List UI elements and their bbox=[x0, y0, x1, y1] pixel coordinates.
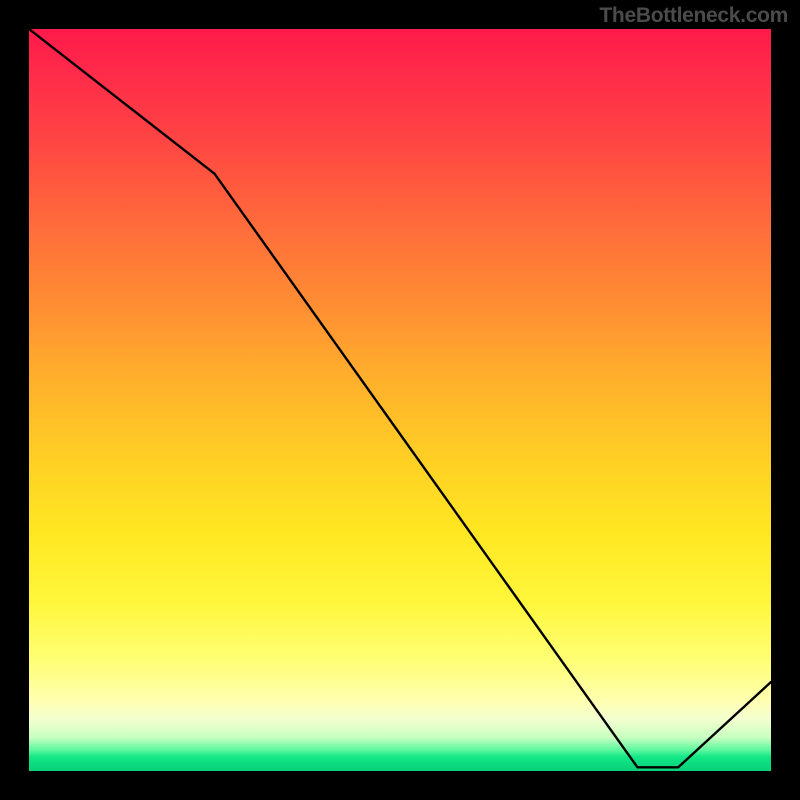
chart-svg bbox=[29, 29, 771, 771]
chart-stage: TheBottleneck.com bbox=[0, 0, 800, 800]
watermark-text: TheBottleneck.com bbox=[599, 4, 788, 28]
plot-area bbox=[29, 29, 771, 771]
series-curve bbox=[29, 29, 771, 767]
